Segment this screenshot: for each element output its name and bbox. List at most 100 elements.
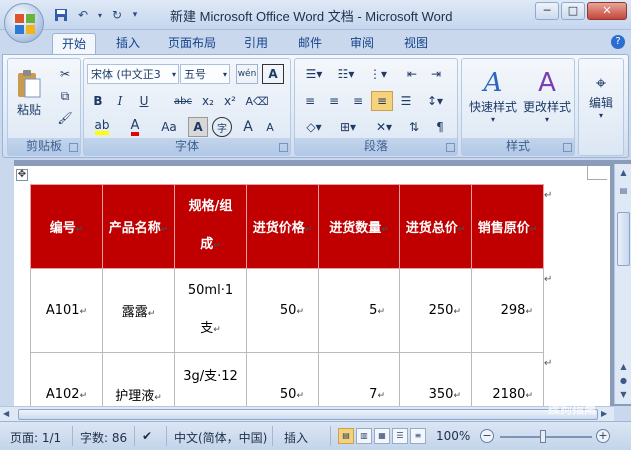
browse-object-icon[interactable]: ● — [617, 374, 630, 387]
cell-price[interactable]: 50↵ — [246, 352, 319, 406]
office-button[interactable] — [4, 3, 44, 43]
redo-icon[interactable]: ↻ — [108, 6, 126, 24]
cell-id[interactable]: A101↵ — [30, 268, 103, 353]
tab-mailings[interactable]: 邮件 — [290, 33, 330, 54]
cell-name[interactable]: 露露↵ — [102, 268, 175, 353]
char-shading-icon[interactable]: A — [188, 117, 208, 137]
zoom-level[interactable]: 100% — [436, 429, 470, 443]
cell-spec[interactable]: 3g/支·12 — [174, 352, 247, 406]
phonetic-guide-icon[interactable]: wén — [236, 64, 258, 84]
zoom-slider[interactable] — [500, 436, 592, 438]
proofing-icon[interactable]: ✔ — [142, 429, 152, 443]
sort-icon[interactable]: ⇅ — [403, 117, 425, 137]
tab-view[interactable]: 视图 — [396, 33, 436, 54]
numbering-icon[interactable]: ☷▾ — [331, 64, 361, 84]
tab-home[interactable]: 开始 — [52, 33, 96, 54]
change-case-button[interactable]: Aa — [156, 117, 182, 137]
font-color-icon[interactable]: A — [122, 117, 148, 137]
line-spacing-icon[interactable]: ↕▾ — [421, 91, 449, 111]
tab-insert[interactable]: 插入 — [108, 33, 148, 54]
customize-qat-icon[interactable]: ▾ — [130, 6, 140, 24]
vertical-scrollbar[interactable]: ▲ ▤ ▲ ● ▼ — [614, 164, 631, 404]
show-marks-icon[interactable]: ¶ — [429, 117, 451, 137]
clear-formatting-icon[interactable]: A⌫ — [245, 91, 268, 111]
distributed-icon[interactable]: ☰ — [395, 91, 417, 111]
cell-price[interactable]: 50↵ — [246, 268, 319, 353]
paste-button[interactable]: 粘贴 — [12, 63, 46, 123]
next-page-icon[interactable]: ▼ — [617, 388, 630, 401]
subscript-button[interactable]: x₂ — [198, 91, 218, 111]
cell-qty[interactable]: 5↵ — [318, 268, 400, 353]
enclose-chars-button[interactable]: 字 — [212, 117, 232, 137]
insert-mode-indicator[interactable]: 插入 — [284, 429, 308, 446]
cell-name[interactable]: 护理液↵ — [102, 352, 175, 406]
horizontal-scroll-thumb[interactable] — [18, 409, 598, 420]
paragraph-launcher-icon[interactable] — [446, 143, 455, 152]
web-layout-view-icon[interactable]: ▦ — [374, 428, 390, 444]
cell-id[interactable]: A102↵ — [30, 352, 103, 406]
document-page[interactable]: ✥ 编号↵ 产品名称↵ 规格/组 成↵ 进货价格↵ 进货数量↵ 进货总价↵ 销售原… — [14, 166, 610, 406]
header-cell-price[interactable]: 进货价格↵ — [246, 184, 319, 269]
scroll-right-icon[interactable]: ▶ — [601, 409, 607, 418]
borders-icon[interactable]: ⊞▾ — [333, 117, 363, 137]
tab-references[interactable]: 引用 — [236, 33, 276, 54]
minimize-button[interactable]: ─ — [535, 2, 559, 20]
header-cell-total[interactable]: 进货总价↵ — [399, 184, 472, 269]
header-cell-spec[interactable]: 规格/组 成↵ — [174, 184, 247, 269]
font-launcher-icon[interactable] — [279, 143, 288, 152]
zoom-in-icon[interactable]: + — [596, 429, 610, 443]
asian-layout-icon[interactable]: ✕▾ — [369, 117, 399, 137]
styles-launcher-icon[interactable] — [563, 143, 572, 152]
cut-icon[interactable]: ✂ — [56, 65, 74, 83]
format-painter-icon[interactable]: 🖌 — [56, 109, 74, 127]
data-table[interactable]: 编号↵ 产品名称↵ 规格/组 成↵ 进货价格↵ 进货数量↵ 进货总价↵ 销售原价↵… — [30, 184, 544, 406]
help-icon[interactable]: ? — [611, 35, 625, 49]
font-size-select[interactable]: 五号 ▾ — [180, 64, 230, 84]
scroll-up-icon[interactable]: ▲ — [617, 166, 630, 179]
editing-button[interactable]: ⌖ 编辑 ▾ — [581, 63, 621, 129]
shrink-font-button[interactable]: A — [260, 117, 280, 137]
undo-dropdown-icon[interactable]: ▾ — [96, 6, 104, 24]
multilevel-list-icon[interactable]: ⋮▾ — [363, 64, 393, 84]
word-count[interactable]: 字数: 86 — [80, 429, 127, 446]
grow-font-button[interactable]: A — [238, 117, 258, 137]
italic-button[interactable]: I — [110, 91, 130, 111]
ruler-toggle-icon[interactable]: ▤ — [617, 184, 630, 197]
align-right-icon[interactable]: ≡ — [347, 91, 369, 111]
zoom-out-icon[interactable]: − — [480, 429, 494, 443]
header-cell-qty[interactable]: 进货数量↵ — [318, 184, 400, 269]
table-move-handle-icon[interactable]: ✥ — [16, 169, 28, 181]
clipboard-launcher-icon[interactable] — [69, 143, 78, 152]
quick-styles-button[interactable]: A 快速样式 ▾ — [466, 63, 520, 129]
copy-icon[interactable]: ⧉ — [56, 87, 74, 105]
print-layout-view-icon[interactable]: ▤ — [338, 428, 354, 444]
prev-page-icon[interactable]: ▲ — [617, 360, 630, 373]
horizontal-scrollbar[interactable]: ◀ ▶ — [0, 406, 614, 421]
align-left-icon[interactable]: ≡ — [299, 91, 321, 111]
outline-view-icon[interactable]: ☰ — [392, 428, 408, 444]
cell-total[interactable]: 350↵ — [399, 352, 472, 406]
cell-total[interactable]: 250↵ — [399, 268, 472, 353]
language-indicator[interactable]: 中文(简体，中国) — [174, 429, 267, 446]
full-screen-reading-view-icon[interactable]: ▥ — [356, 428, 372, 444]
close-button[interactable]: ✕ — [587, 2, 627, 20]
change-styles-button[interactable]: A 更改样式 ▾ — [520, 63, 574, 129]
cell-spec[interactable]: 50ml·1 支↵ — [174, 268, 247, 353]
increase-indent-icon[interactable]: ⇥ — [425, 64, 447, 84]
tab-review[interactable]: 审阅 — [342, 33, 382, 54]
scroll-left-icon[interactable]: ◀ — [3, 409, 9, 418]
cell-retail[interactable]: 2180↵ — [471, 352, 544, 406]
cell-retail[interactable]: 298↵ — [471, 268, 544, 353]
tab-page-layout[interactable]: 页面布局 — [162, 33, 222, 54]
justify-icon[interactable]: ≡ — [371, 91, 393, 111]
decrease-indent-icon[interactable]: ⇤ — [401, 64, 423, 84]
font-name-select[interactable]: 宋体 (中文正3 ▾ — [87, 64, 179, 84]
bold-button[interactable]: B — [88, 91, 108, 111]
cell-qty[interactable]: 7↵ — [318, 352, 400, 406]
char-border-button[interactable]: A — [262, 64, 284, 84]
draft-view-icon[interactable]: ≡ — [410, 428, 426, 444]
maximize-button[interactable]: □ — [561, 2, 585, 20]
header-cell-name[interactable]: 产品名称↵ — [102, 184, 175, 269]
undo-icon[interactable]: ↶ — [74, 6, 92, 24]
underline-button[interactable]: U — [134, 91, 154, 111]
